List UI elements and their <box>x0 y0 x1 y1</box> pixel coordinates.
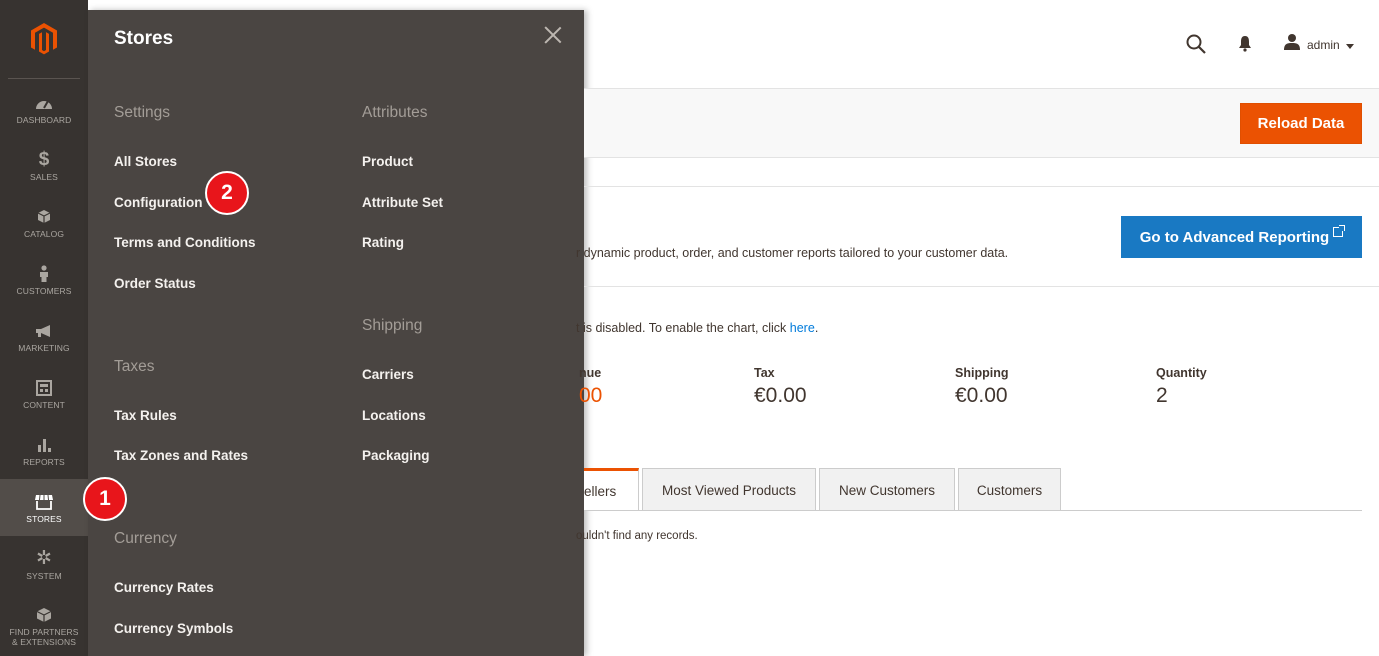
nav-item-partners[interactable]: FIND PARTNERS & EXTENSIONS <box>0 596 88 656</box>
search-icon[interactable] <box>1186 34 1206 59</box>
link-currency-symbols[interactable]: Currency Symbols <box>114 621 233 636</box>
chart-disabled-note: t is disabled. To enable the chart, clic… <box>576 321 818 335</box>
section-divider-bottom <box>584 286 1379 287</box>
nav-item-dashboard[interactable]: DASHBOARD <box>0 80 88 137</box>
nav-label-content: CONTENT <box>23 399 65 410</box>
total-revenue-value: 00 <box>579 384 603 407</box>
tab-customers-label: Customers <box>976 482 1043 498</box>
section-taxes-heading: Taxes <box>114 358 155 375</box>
total-revenue-label: nue <box>579 366 602 380</box>
nav-label-marketing: MARKETING <box>18 342 70 353</box>
nav-label-stores: STORES <box>26 513 62 524</box>
advanced-reporting-description: r dynamic product, order, and customer r… <box>576 246 1009 260</box>
dashboard-icon <box>35 93 53 113</box>
section-divider-top <box>584 186 1379 187</box>
tab-most-viewed-products[interactable]: Most Viewed Products <box>642 468 816 511</box>
nav-item-marketing[interactable]: MARKETING <box>0 308 88 365</box>
nav-label-system: SYSTEM <box>26 570 62 581</box>
nav-label-partners-line1: FIND PARTNERS <box>9 627 79 637</box>
person-icon <box>38 264 50 284</box>
link-rating[interactable]: Rating <box>362 235 404 250</box>
admin-sidebar: DASHBOARD $ SALES CATALOG CUSTOMERS MARK… <box>0 0 88 656</box>
tab-new-customers[interactable]: New Customers <box>819 468 955 511</box>
section-shipping-heading: Shipping <box>362 317 423 334</box>
nav-item-system[interactable]: ✲ SYSTEM <box>0 536 88 593</box>
total-quantity-label: Quantity <box>1156 366 1207 380</box>
magento-logo[interactable] <box>0 0 88 78</box>
nav-label-customers: CUSTOMERS <box>16 285 72 296</box>
logo-divider <box>8 78 80 79</box>
user-icon <box>1283 33 1301 56</box>
link-packaging[interactable]: Packaging <box>362 448 430 463</box>
chevron-down-icon <box>1345 36 1354 54</box>
link-terms-and-conditions[interactable]: Terms and Conditions <box>114 235 256 250</box>
no-records-message: ouldn't find any records. <box>576 530 698 542</box>
magento-logo-icon <box>31 23 57 55</box>
advanced-reporting-label: Go to Advanced Reporting <box>1139 228 1330 246</box>
stores-flyout-menu: Stores Settings All Stores Configuration… <box>88 10 584 656</box>
section-currency-heading: Currency <box>114 530 177 547</box>
total-shipping-label: Shipping <box>955 366 1009 380</box>
tab-bestsellers-label: ellers <box>584 483 617 499</box>
tab-customers[interactable]: Customers <box>958 468 1061 511</box>
tabs-baseline <box>584 510 1362 511</box>
link-tax-rules[interactable]: Tax Rules <box>114 408 177 423</box>
cube-icon <box>36 605 52 625</box>
nav-item-reports[interactable]: REPORTS <box>0 422 88 479</box>
link-all-stores[interactable]: All Stores <box>114 154 177 169</box>
reload-data-button[interactable]: Reload Data <box>1240 103 1362 144</box>
admin-user-menu[interactable]: admin <box>1283 33 1354 56</box>
nav-item-sales[interactable]: $ SALES <box>0 137 88 194</box>
storefront-icon <box>34 492 54 512</box>
megaphone-icon <box>35 321 53 341</box>
link-attribute-set[interactable]: Attribute Set <box>362 195 443 210</box>
total-tax-value: €0.00 <box>754 384 807 407</box>
link-currency-rates[interactable]: Currency Rates <box>114 580 214 595</box>
link-carriers[interactable]: Carriers <box>362 367 414 382</box>
nav-item-catalog[interactable]: CATALOG <box>0 194 88 251</box>
dollar-icon: $ <box>38 149 50 170</box>
nav-label-catalog: CATALOG <box>23 228 65 239</box>
tab-bestsellers[interactable]: ellers <box>584 468 639 511</box>
section-settings-heading: Settings <box>114 104 171 121</box>
link-configuration[interactable]: Configuration <box>114 195 202 210</box>
bar-chart-icon <box>36 435 52 455</box>
nav-label-partners-line2: & EXTENSIONS <box>11 637 77 647</box>
link-tax-zones-and-rates[interactable]: Tax Zones and Rates <box>114 448 248 463</box>
section-attributes-heading: Attributes <box>362 104 428 121</box>
nav-label-sales: SALES <box>30 171 58 182</box>
enable-chart-link[interactable]: here <box>790 321 815 335</box>
nav-item-stores[interactable]: STORES <box>0 479 88 536</box>
link-order-status[interactable]: Order Status <box>114 276 196 291</box>
total-shipping-value: €0.00 <box>955 384 1008 407</box>
box-icon <box>37 207 51 227</box>
total-tax-label: Tax <box>754 366 775 380</box>
bell-icon[interactable] <box>1238 34 1252 57</box>
tab-new-customers-label: New Customers <box>838 482 936 498</box>
chart-note-prefix: t is disabled. To enable the chart, clic… <box>576 321 790 335</box>
link-product[interactable]: Product <box>362 154 413 169</box>
nav-item-content[interactable]: CONTENT <box>0 365 88 422</box>
gear-icon: ✲ <box>36 548 52 569</box>
content-icon <box>36 378 52 398</box>
tab-most-viewed-label: Most Viewed Products <box>661 482 797 498</box>
nav-label-dashboard: DASHBOARD <box>16 114 72 125</box>
admin-username: admin <box>1307 37 1340 52</box>
advanced-reporting-button[interactable]: Go to Advanced Reporting <box>1121 216 1362 258</box>
close-icon[interactable] <box>542 24 564 46</box>
chart-note-suffix: . <box>814 321 819 335</box>
nav-item-customers[interactable]: CUSTOMERS <box>0 251 88 308</box>
total-quantity-value: 2 <box>1156 384 1168 407</box>
flyout-title: Stores <box>114 28 174 49</box>
step-badge-2: 2 <box>205 171 249 215</box>
step-badge-1: 1 <box>83 477 127 521</box>
nav-label-reports: REPORTS <box>23 456 65 467</box>
external-link-icon <box>1333 225 1346 237</box>
link-locations[interactable]: Locations <box>362 408 426 423</box>
